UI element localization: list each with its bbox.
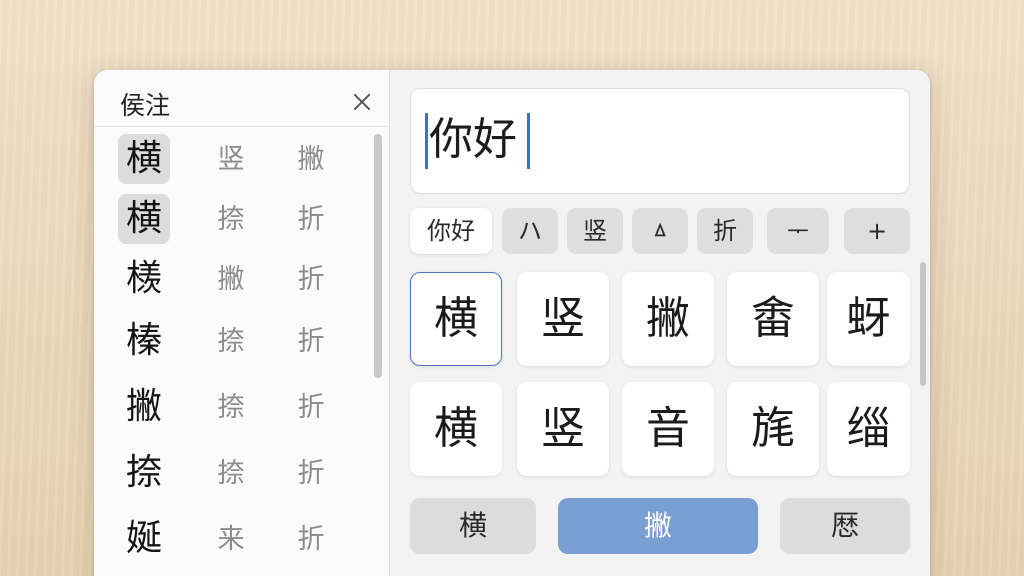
char-tile[interactable]: 畬: [727, 272, 819, 366]
text-input-area[interactable]: 你好: [410, 88, 910, 194]
grid-scrollbar[interactable]: [920, 262, 926, 386]
candidate-main[interactable]: 檨: [118, 254, 170, 304]
candidate-row: 横 捺 折: [94, 192, 374, 248]
char-tile[interactable]: 横: [410, 382, 502, 476]
candidate-main[interactable]: 横: [118, 194, 170, 244]
character-grid: 横 竖 撇 畬 蚜 横 竖 音 旄 缁: [410, 272, 910, 478]
candidate-alt[interactable]: 折: [291, 202, 331, 238]
divider: [94, 126, 390, 127]
candidate-main[interactable]: 撇: [118, 382, 170, 432]
candidate-alt[interactable]: 折: [291, 390, 331, 426]
candidate-alt[interactable]: 捺: [211, 390, 251, 426]
candidate-alt[interactable]: 捺: [211, 456, 251, 492]
candidate-button-primary[interactable]: 撇: [558, 498, 758, 554]
candidate-alt[interactable]: 竖: [211, 142, 251, 178]
char-tile[interactable]: 竖: [517, 382, 609, 476]
char-tile[interactable]: 缁: [827, 382, 910, 476]
char-tile[interactable]: 撇: [622, 272, 714, 366]
candidate-row: 横 竖 撇: [94, 132, 374, 188]
char-tile[interactable]: 旄: [727, 382, 819, 476]
candidate-row: 檨 撇 折: [94, 252, 374, 308]
candidate-button-left[interactable]: 横: [410, 498, 536, 554]
candidate-main[interactable]: 捺: [118, 448, 170, 498]
candidate-alt[interactable]: 捺: [211, 202, 251, 238]
input-text: 你好: [429, 114, 517, 165]
char-tile[interactable]: 横: [410, 272, 502, 366]
stroke-chip[interactable]: 竖: [567, 208, 623, 254]
candidate-main[interactable]: 榛: [118, 316, 170, 366]
char-tile[interactable]: 竖: [517, 272, 609, 366]
stroke-chip[interactable]: 折: [697, 208, 753, 254]
stroke-chip[interactable]: ᅮ: [767, 208, 829, 254]
candidate-main[interactable]: 娫: [118, 514, 170, 564]
stroke-chip-phrase[interactable]: 你好: [410, 208, 492, 254]
candidate-scrollbar[interactable]: [374, 134, 382, 378]
candidate-alt[interactable]: 撇: [211, 262, 251, 298]
char-tile[interactable]: 音: [622, 382, 714, 476]
candidate-alt[interactable]: 捺: [211, 324, 251, 360]
candidate-button-right[interactable]: 厯: [780, 498, 910, 554]
candidate-alt[interactable]: 折: [291, 456, 331, 492]
close-icon[interactable]: [350, 90, 374, 114]
candidate-alt[interactable]: 折: [291, 522, 331, 558]
stroke-chip[interactable]: +: [844, 208, 910, 254]
candidate-row: 榛 捺 折: [94, 314, 374, 370]
candidate-alt[interactable]: 折: [291, 262, 331, 298]
stroke-chip[interactable]: ㅿ: [632, 208, 688, 254]
selection-start-cursor[interactable]: [425, 113, 428, 169]
ime-window: 侯注 横 竖 撇 横 捺 折 檨 撇 折 榛 捺 折 撇 捺 折 捺 捺 折 娫…: [94, 70, 930, 576]
candidate-alt[interactable]: 折: [291, 324, 331, 360]
candidate-row: 捺 捺 折: [94, 446, 374, 502]
stroke-chip[interactable]: ハ: [502, 208, 558, 254]
panel-title: 侯注: [120, 91, 171, 120]
candidate-row: 娫 来 折: [94, 512, 374, 568]
char-tile[interactable]: 蚜: [827, 272, 910, 366]
candidate-row: 撇 捺 折: [94, 380, 374, 436]
stroke-bar: 你好 ハ 竖 ㅿ 折 ᅮ +: [410, 208, 910, 254]
candidate-alt[interactable]: 撇: [291, 142, 331, 178]
candidate-alt[interactable]: 来: [211, 522, 251, 558]
candidate-panel: 侯注 横 竖 撇 横 捺 折 檨 撇 折 榛 捺 折 撇 捺 折 捺 捺 折 娫…: [94, 70, 390, 576]
text-cursor[interactable]: [527, 113, 530, 169]
candidate-main[interactable]: 横: [118, 134, 170, 184]
